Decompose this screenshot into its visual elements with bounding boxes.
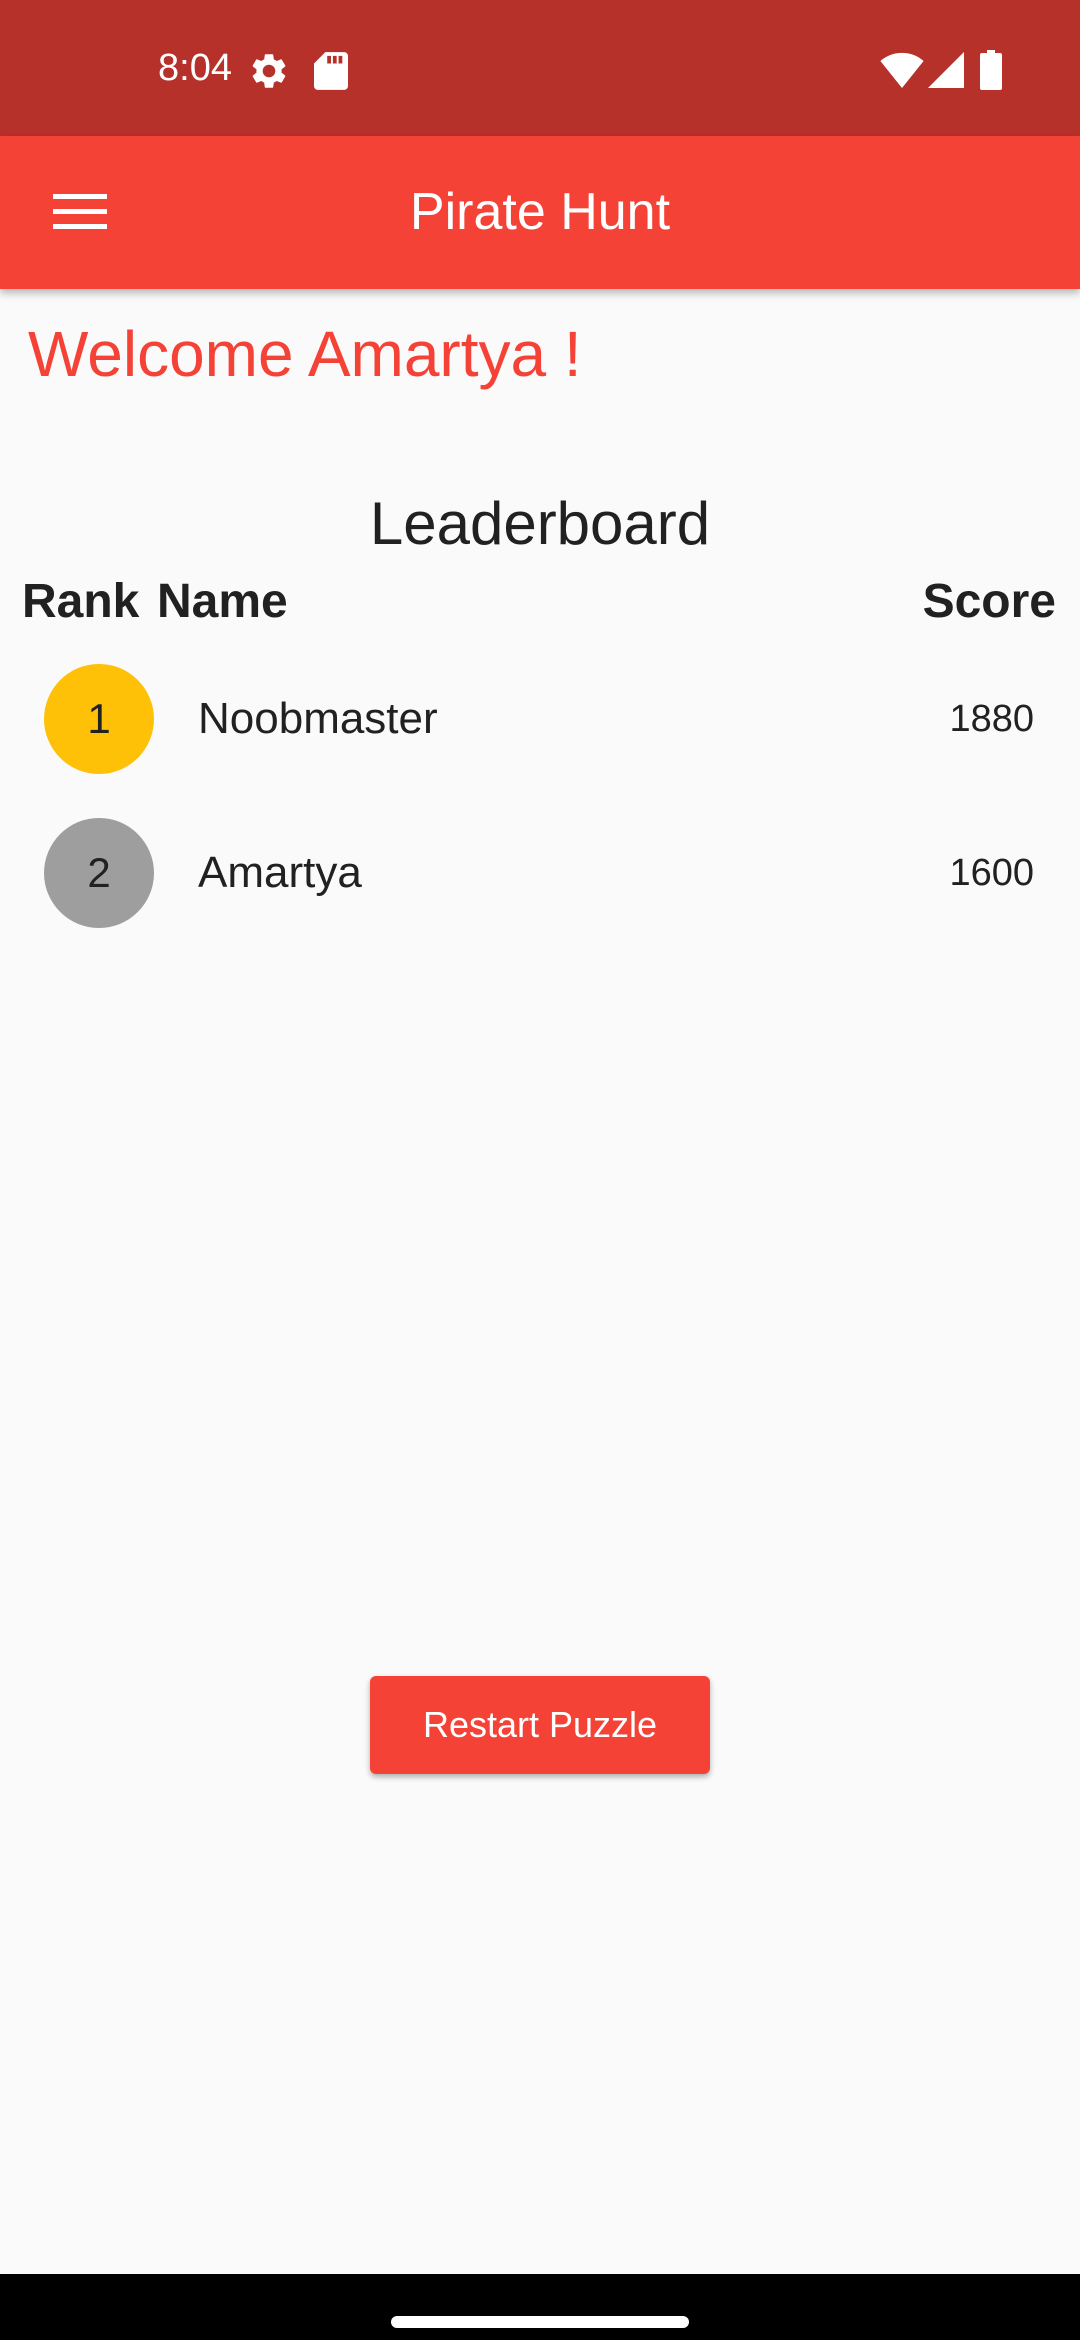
name-column-header: Name [157,575,288,628]
status-bar: 8:04 [0,0,1080,136]
player-name: Noobmaster [198,694,438,743]
rank-badge: 1 [44,664,154,774]
player-score: 1600 [949,852,1034,894]
app-bar: Pirate Hunt [0,136,1080,289]
menu-button[interactable] [32,164,128,260]
hamburger-menu-icon [53,194,107,229]
score-column-header: Score [922,575,1056,628]
player-name: Amartya [198,848,362,897]
rank-column-header: Rank [22,575,140,628]
app-title: Pirate Hunt [409,183,671,241]
home-gesture-handle[interactable] [391,2316,689,2328]
settings-icon [252,54,286,88]
battery-icon [980,50,1002,90]
rank-badge: 2 [44,818,154,928]
status-time: 8:04 [158,47,232,89]
wifi-icon [880,52,924,88]
navigation-bar [0,2274,1080,2340]
leaderboard-title: Leaderboard [369,490,711,557]
signal-icon [928,52,964,88]
leaderboard-row: 2 Amartya 1600 [0,798,1080,948]
sd-card-icon [314,52,348,90]
player-score: 1880 [949,698,1034,740]
leaderboard-row: 1 Noobmaster 1880 [0,644,1080,794]
restart-puzzle-button[interactable]: Restart Puzzle [370,1676,710,1774]
welcome-message: Welcome Amartya ! [28,318,582,390]
